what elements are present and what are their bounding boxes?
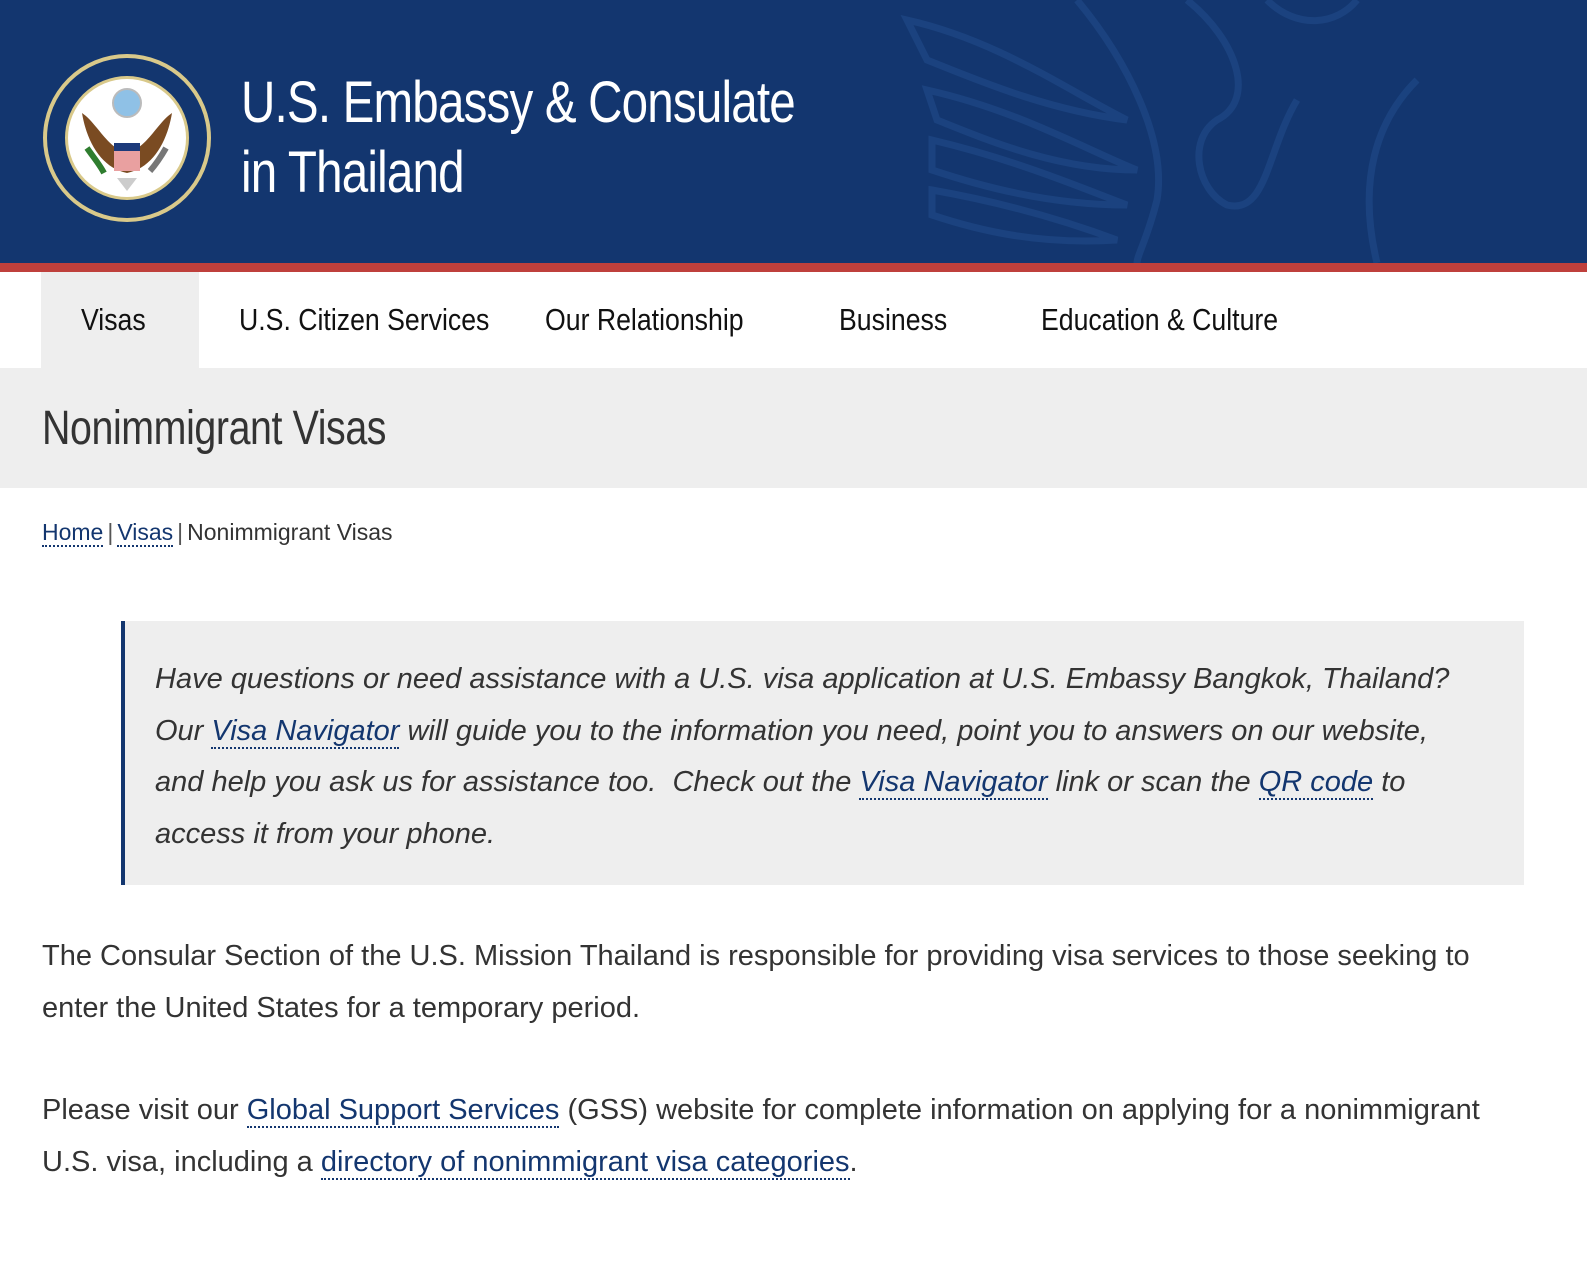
site-header: U.S. Embassy & Consulate in Thailand bbox=[0, 0, 1587, 263]
site-title-line-1: U.S. Embassy & Consulate bbox=[241, 70, 796, 135]
breadcrumb-separator: | bbox=[177, 519, 184, 545]
breadcrumb-home-link[interactable]: Home bbox=[42, 519, 104, 547]
consular-section-paragraph: The Consular Section of the U.S. Mission… bbox=[42, 940, 1470, 1024]
nav-item-us-citizen-services[interactable]: U.S. Citizen Services bbox=[199, 272, 545, 368]
breadcrumb: Home | Visas | Nonimmigrant Visas bbox=[42, 519, 393, 547]
page-title-band: Nonimmigrant Visas bbox=[0, 368, 1587, 488]
paragraph-text: Please visit our bbox=[42, 1094, 247, 1126]
visa-navigator-link-2[interactable]: Visa Navigator bbox=[859, 766, 1048, 800]
gss-paragraph: Please visit our Global Support Services… bbox=[42, 1085, 1542, 1188]
header-accent-bar bbox=[0, 263, 1587, 272]
page-title: Nonimmigrant Visas bbox=[42, 401, 387, 455]
site-title-line-2: in Thailand bbox=[241, 140, 465, 205]
paragraph-text: . bbox=[849, 1145, 858, 1178]
nav-item-visas[interactable]: Visas bbox=[41, 272, 199, 368]
nav-item-education-culture[interactable]: Education & Culture bbox=[1041, 272, 1341, 368]
global-support-services-link[interactable]: Global Support Services bbox=[246, 1094, 560, 1128]
visa-categories-directory-link[interactable]: directory of nonimmigrant visa categorie… bbox=[320, 1145, 850, 1180]
eagle-wing-watermark-icon bbox=[900, 0, 1420, 263]
breadcrumb-visas-link[interactable]: Visas bbox=[117, 519, 174, 547]
qr-code-link[interactable]: QR code bbox=[1258, 766, 1374, 800]
department-of-state-seal-icon[interactable] bbox=[42, 53, 212, 223]
site-title[interactable]: U.S. Embassy & Consulate in Thailand bbox=[241, 68, 796, 208]
visa-navigator-callout: Have questions or need assistance with a… bbox=[121, 621, 1524, 885]
visa-navigator-link[interactable]: Visa Navigator bbox=[211, 714, 400, 749]
breadcrumb-separator: | bbox=[107, 519, 114, 545]
breadcrumb-current: Nonimmigrant Visas bbox=[187, 519, 393, 545]
callout-text: link or scan the bbox=[1047, 766, 1259, 798]
main-navigation: Visas U.S. Citizen Services Our Relation… bbox=[0, 272, 1587, 368]
nav-item-our-relationship[interactable]: Our Relationship bbox=[545, 272, 839, 368]
nav-item-business[interactable]: Business bbox=[839, 272, 1041, 368]
